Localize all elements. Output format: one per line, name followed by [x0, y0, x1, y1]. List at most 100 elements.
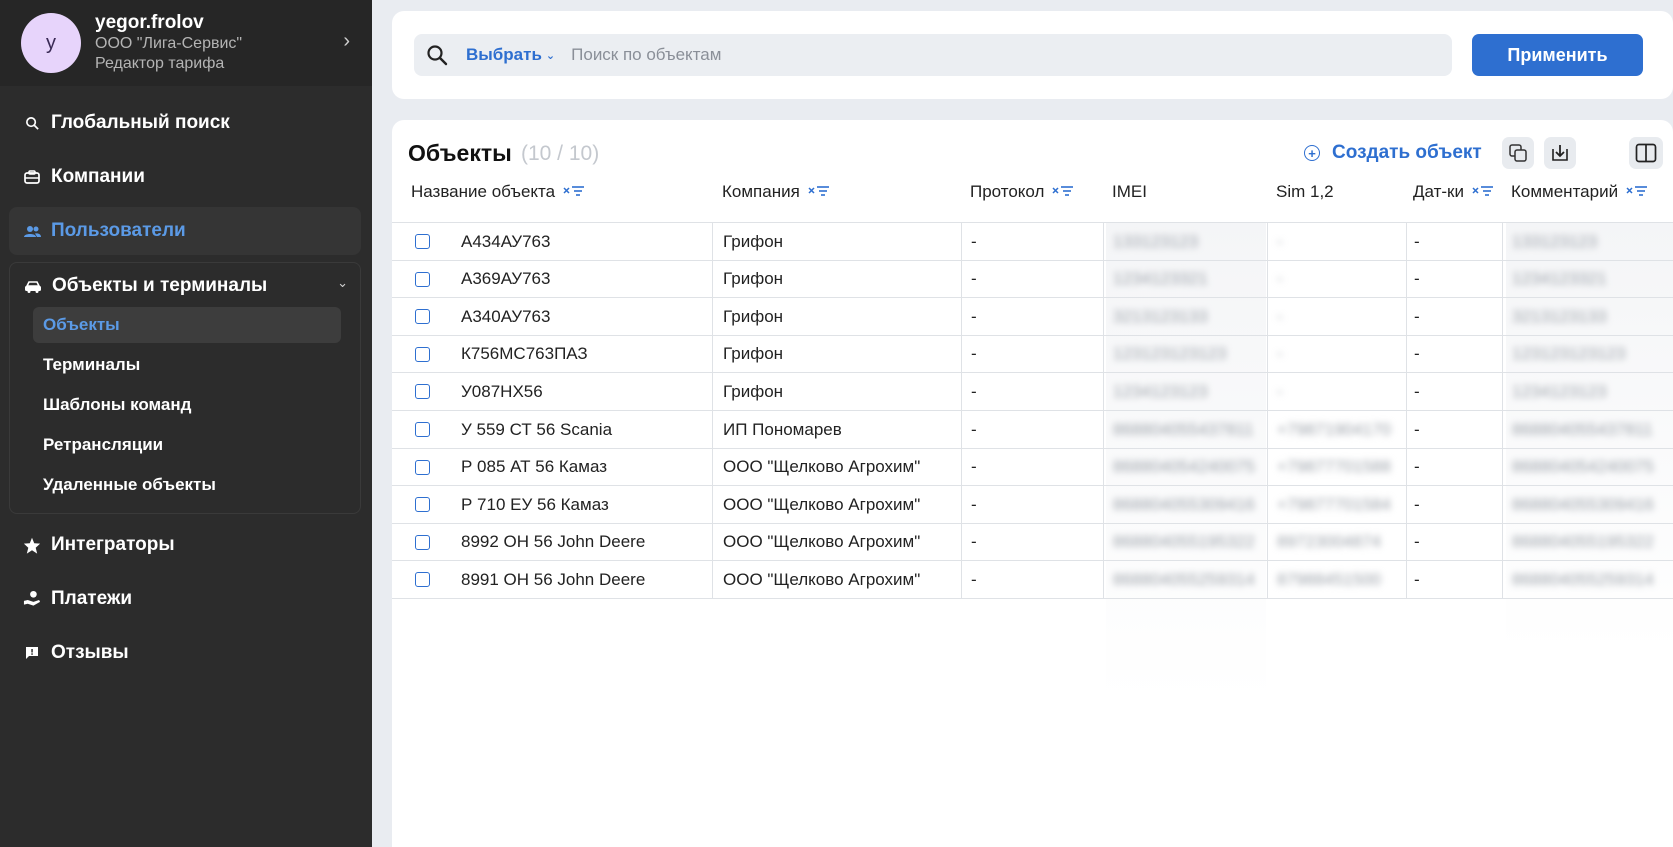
nav-item-global-search[interactable]: Глобальный поиск: [9, 99, 361, 147]
sidebar-item-retranslations[interactable]: Ретрансляции: [33, 427, 341, 463]
row-checkbox[interactable]: [415, 497, 430, 513]
cell-sim: -: [1277, 231, 1283, 251]
nav-group-header[interactable]: Объекты и терминалы: [10, 267, 360, 305]
row-checkbox[interactable]: [415, 309, 430, 325]
cell-protocol: -: [971, 419, 977, 439]
cell-protocol: -: [971, 306, 977, 326]
cell-sensors: -: [1414, 381, 1420, 401]
cell-imei: 1234123123: [1113, 381, 1208, 401]
create-object-button[interactable]: + Создать объект: [1304, 142, 1482, 164]
nav-item-users[interactable]: Пользователи: [9, 207, 361, 255]
export-button[interactable]: [1544, 137, 1576, 169]
cell-protocol: -: [971, 344, 977, 364]
table-row[interactable]: 8991 ОН 56 John Deere ООО "Щелково Агрохи…: [392, 561, 1673, 598]
table-row[interactable]: К756МС763ПАЗ Грифон - 123123123123 - - 1231231…: [392, 336, 1673, 373]
payment-hand-icon: [23, 590, 41, 608]
cell-sim: -: [1277, 344, 1283, 364]
column-header-sensors[interactable]: Дат-ки: [1413, 180, 1494, 204]
row-checkbox[interactable]: [415, 572, 430, 588]
select-dropdown[interactable]: Выбрать ⌄: [466, 45, 555, 65]
cell-company: Грифон: [723, 269, 784, 289]
cell-sensors: -: [1414, 457, 1420, 477]
cell-imei: 133123123: [1113, 231, 1199, 251]
cell-company: ООО "Щелково Агрохим": [723, 494, 921, 514]
cell-sim: +79877701588: [1277, 457, 1391, 477]
table-row[interactable]: А434АУ763 Грифон - 133123123 - - 133123123: [392, 223, 1673, 260]
copy-icon: [1508, 143, 1528, 163]
profile-company: ООО "Лига-Сервис": [95, 35, 243, 52]
column-header-label: IMEI: [1112, 182, 1147, 201]
column-header-label: Компания: [722, 182, 800, 201]
column-header-comment[interactable]: Комментарий: [1511, 180, 1648, 204]
cell-sensors: -: [1414, 269, 1420, 289]
cell-comment: 868804055437811: [1512, 419, 1653, 439]
column-header-sim[interactable]: Sim 1,2: [1276, 180, 1334, 204]
cell-company: ООО "Щелково Агрохим": [723, 532, 921, 552]
cell-comment: 1234123321: [1512, 269, 1607, 289]
column-header-imei[interactable]: IMEI: [1112, 180, 1147, 204]
cell-company: ООО "Щелково Агрохим": [723, 457, 921, 477]
table-row[interactable]: А369АУ763 Грифон - 1234123321 - - 1234123321: [392, 261, 1673, 298]
table-row[interactable]: Р 085 АТ 56 Камаз ООО "Щелково Агрохим" - 8…: [392, 449, 1673, 486]
table-row[interactable]: У087НХ56 Грифон - 1234123123 - - 1234123123: [392, 373, 1673, 410]
table-row[interactable]: А340АУ763 Грифон - 3213123133 - - 3213123133: [392, 298, 1673, 335]
row-checkbox[interactable]: [415, 271, 430, 287]
sidebar-item-deleted-objects[interactable]: Удаленные объекты: [33, 467, 341, 503]
cell-sim: 89723004874: [1277, 532, 1382, 552]
cell-sim: -: [1277, 306, 1283, 326]
cell-protocol: -: [971, 457, 977, 477]
cell-comment: 3213123133: [1512, 306, 1607, 326]
cell-object-name: А340АУ763: [461, 306, 551, 326]
cell-comment: 123123123123: [1512, 344, 1626, 364]
sidebar: y yegor.frolov ООО "Лига-Сервис" Редакто…: [0, 0, 372, 847]
cell-object-name: Р 710 ЕУ 56 Камаз: [461, 494, 609, 514]
filter-clear-icon[interactable]: [563, 185, 585, 199]
cell-sim: +79871904170: [1277, 419, 1391, 439]
chevron-right-icon[interactable]: ›: [343, 30, 350, 53]
nav-label: Интеграторы: [51, 534, 175, 555]
chevron-down-icon: ⌄: [545, 49, 556, 62]
cell-object-name: У087НХ56: [461, 381, 543, 401]
row-checkbox[interactable]: [415, 384, 430, 400]
nav-label: Глобальный поиск: [51, 112, 230, 133]
cell-company: Грифон: [723, 381, 784, 401]
profile-header[interactable]: y yegor.frolov ООО "Лига-Сервис" Редакто…: [0, 0, 372, 86]
columns-toggle-button[interactable]: [1629, 137, 1663, 169]
sidebar-item-objects[interactable]: Объекты: [33, 307, 341, 343]
cell-company: Грифон: [723, 344, 784, 364]
row-checkbox[interactable]: [415, 346, 430, 362]
nav-item-integrators[interactable]: Интеграторы: [9, 521, 361, 569]
row-checkbox[interactable]: [415, 459, 430, 475]
table-row[interactable]: Р 710 ЕУ 56 Камаз ООО "Щелково Агрохим" - 8…: [392, 486, 1673, 523]
cell-sensors: -: [1414, 532, 1420, 552]
apply-button[interactable]: Применить: [1472, 34, 1643, 76]
profile-username: yegor.frolov: [95, 12, 204, 33]
search-input[interactable]: [571, 45, 1372, 65]
column-header-company[interactable]: Компания: [722, 180, 830, 204]
search-card: Выбрать ⌄ Применить: [392, 11, 1673, 99]
nav-item-payments[interactable]: Платежи: [9, 575, 361, 623]
column-divider: [1103, 222, 1104, 599]
sidebar-item-terminals[interactable]: Терминалы: [33, 347, 341, 383]
chevron-down-icon[interactable]: ⌄: [337, 275, 348, 291]
filter-clear-icon[interactable]: [1626, 185, 1648, 199]
nav-item-reviews[interactable]: Отзывы: [9, 629, 361, 677]
filter-clear-icon[interactable]: [1472, 185, 1494, 199]
table-row[interactable]: У 559 СТ 56 Scania ИП Пономарев - 868804055…: [392, 411, 1673, 448]
sidebar-item-command-templates[interactable]: Шаблоны команд: [33, 387, 341, 423]
cell-comment: 868804055195322: [1512, 532, 1654, 552]
column-header-protocol[interactable]: Протокол: [970, 180, 1074, 204]
copy-button[interactable]: [1502, 137, 1534, 169]
column-header-name[interactable]: Название объекта: [411, 180, 585, 204]
cell-company: ИП Пономарев: [723, 419, 842, 439]
cell-company: Грифон: [723, 306, 784, 326]
cell-protocol: -: [971, 532, 977, 552]
filter-clear-icon[interactable]: [1052, 185, 1074, 199]
table-row[interactable]: 8992 ОН 56 John Deere ООО "Щелково Агрохи…: [392, 524, 1673, 561]
nav-item-companies[interactable]: Компании: [9, 153, 361, 201]
filter-clear-icon[interactable]: [808, 185, 830, 199]
row-checkbox[interactable]: [415, 422, 430, 437]
row-checkbox[interactable]: [415, 234, 430, 249]
cell-imei: 3213123133: [1113, 306, 1208, 326]
row-checkbox[interactable]: [415, 534, 430, 550]
